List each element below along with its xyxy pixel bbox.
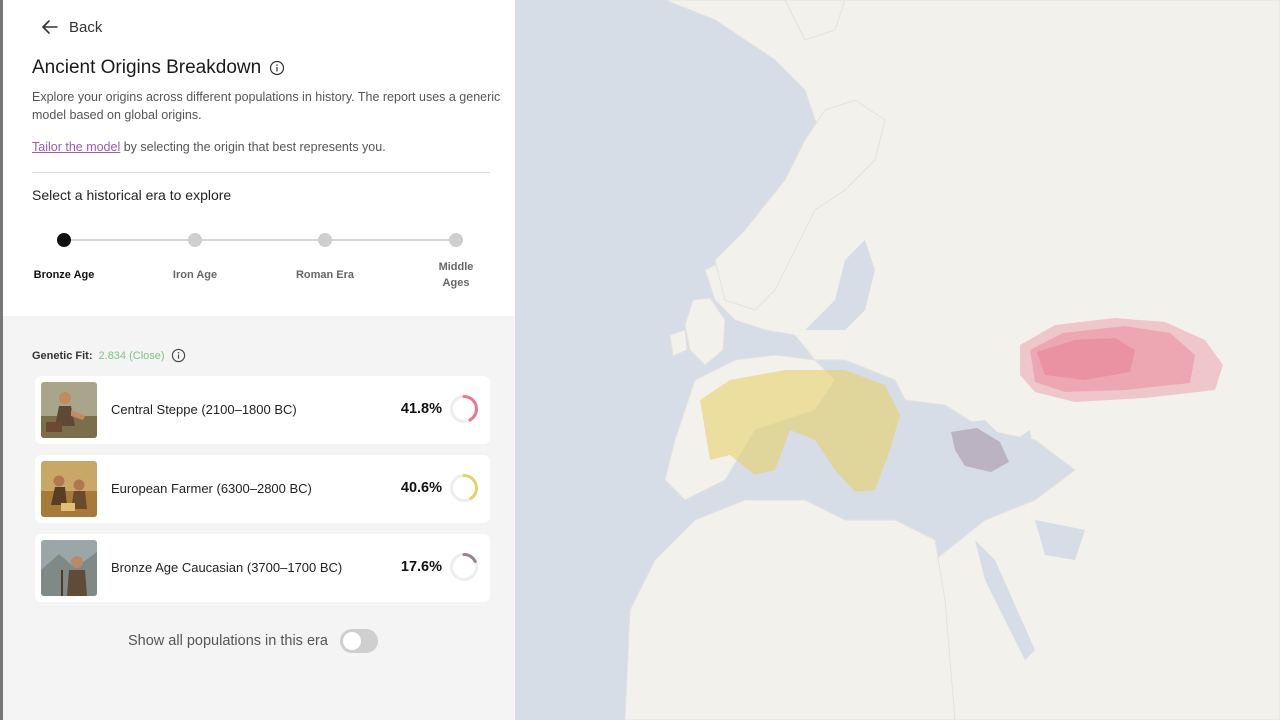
population-percent: 17.6% [400,559,442,575]
era-label-roman-era[interactable]: Roman Era [280,267,370,283]
arrow-left-icon [41,18,59,36]
back-label: Back [69,18,103,36]
era-label-middle-ages[interactable]: Middle Ages [431,259,481,291]
population-card-central-steppe[interactable]: Central Steppe (2100–1800 BC) 41.8% [35,376,490,444]
report-header-section: Back Ancient Origins Breakdown Explore y… [3,0,515,316]
report-panel: Back Ancient Origins Breakdown Explore y… [0,0,515,720]
map-view[interactable] [515,0,1280,720]
population-name: Bronze Age Caucasian (3700–1700 BC) [111,560,343,575]
divider [32,172,490,173]
caucasian-region [951,428,1009,472]
page-description: Explore your origins across different po… [32,90,501,122]
info-icon[interactable] [269,60,285,76]
population-card-bronze-age-caucasian[interactable]: Bronze Age Caucasian (3700–1700 BC) 17.6… [35,534,490,602]
population-name: Central Steppe (2100–1800 BC) [111,402,297,417]
population-percent: 41.8% [400,401,442,417]
genetic-fit-value: 2.834 (Close) [98,350,165,362]
timeline-track [64,239,456,241]
back-button[interactable]: Back [41,16,102,38]
tailor-model-link[interactable]: Tailor the model [32,140,120,154]
population-progress-ring [450,395,478,423]
era-timeline[interactable]: Bronze Age Iron Age Roman Era Middle Age… [3,225,515,295]
population-thumbnail [41,382,97,438]
page-title: Ancient Origins Breakdown [32,57,262,78]
info-icon[interactable] [171,348,187,364]
map-canvas[interactable] [515,0,1280,720]
genetic-fit-label: Genetic Fit: [32,350,93,362]
population-progress-ring [450,474,478,502]
era-dot-middle-ages[interactable] [449,233,463,247]
show-all-populations-label: Show all populations in this era [128,633,328,649]
era-dot-roman-era[interactable] [318,233,332,247]
population-card-european-farmer[interactable]: European Farmer (6300–2800 BC) 40.6% [35,455,490,523]
era-label-bronze-age[interactable]: Bronze Age [19,267,109,283]
show-all-populations-row: Show all populations in this era [128,629,378,653]
era-dot-bronze-age[interactable] [57,233,71,247]
era-prompt: Select a historical era to explore [32,187,232,203]
tailor-text: Tailor the model by selecting the origin… [32,140,386,154]
genetic-fit: Genetic Fit: 2.834 (Close) [32,348,187,364]
population-thumbnail [41,540,97,596]
population-progress-ring [450,553,478,581]
tailor-rest-text: by selecting the origin that best repres… [120,140,386,154]
toggle-knob [342,632,361,650]
population-name: European Farmer (6300–2800 BC) [111,481,312,496]
era-label-iron-age[interactable]: Iron Age [150,267,240,283]
era-dot-iron-age[interactable] [188,233,202,247]
population-thumbnail [41,461,97,517]
population-percent: 40.6% [400,480,442,496]
show-all-populations-toggle[interactable] [339,629,378,653]
